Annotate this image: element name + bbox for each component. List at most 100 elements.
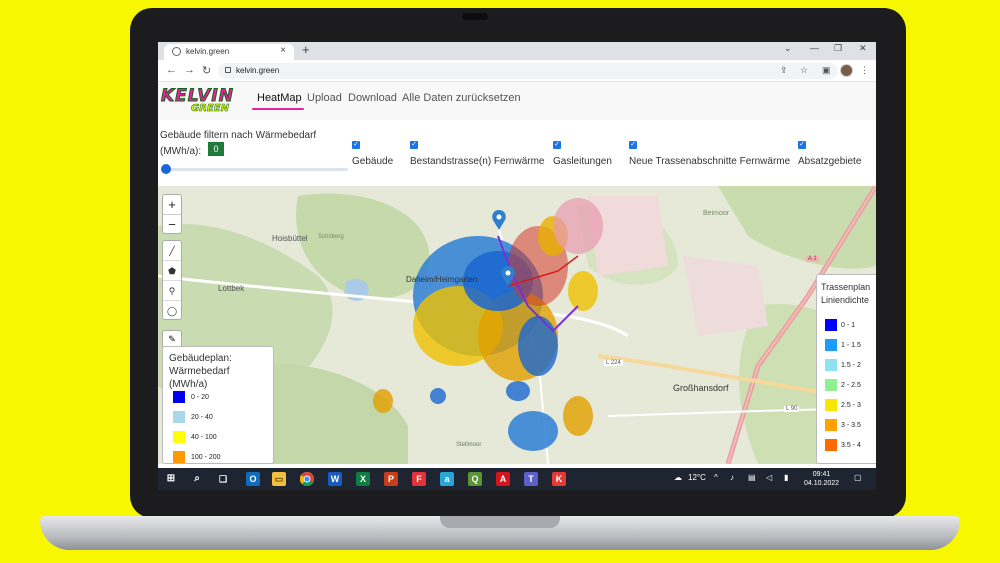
place-label: Schüberg: [318, 234, 344, 240]
map-marker: [492, 210, 506, 230]
camera: [462, 13, 488, 20]
app-icon[interactable]: a: [440, 472, 454, 486]
checkbox-gebaeude[interactable]: ✓: [352, 141, 360, 149]
layer-label-neue-trassen: Neue Trassenabschnitte Fernwärme: [629, 156, 791, 167]
legend-swatch: [173, 391, 185, 403]
star-icon[interactable]: ☆: [800, 65, 808, 76]
address-bar[interactable]: kelvin.green: [218, 63, 838, 79]
legend-label: 0 - 1: [841, 322, 856, 329]
file-explorer-icon[interactable]: ▭: [272, 472, 286, 486]
legend-label: 0 - 20: [191, 394, 209, 401]
qgis-icon[interactable]: Q: [468, 472, 482, 486]
legend-swatch: [825, 359, 837, 371]
layer-label-bestandstrasse: Bestandstrasse(n) Fernwärme: [410, 156, 545, 167]
tab-title: kelvin.green: [186, 47, 230, 56]
network-icon[interactable]: ▤: [748, 473, 756, 482]
road-label: L 90: [784, 406, 800, 412]
app-icon[interactable]: F: [412, 472, 426, 486]
excel-icon[interactable]: X: [356, 472, 370, 486]
slider-thumb[interactable]: [161, 164, 171, 174]
heat-map[interactable]: Hoisbüttel Lottbek Daheim/Heimgarten Gro…: [158, 186, 876, 464]
legend-swatch: [825, 419, 837, 431]
lock-icon: [225, 67, 231, 73]
active-nav-indicator: [252, 108, 304, 110]
minimize-icon[interactable]: —: [810, 43, 819, 53]
teams-icon[interactable]: T: [524, 472, 538, 486]
legend-label: 3 - 3.5: [841, 422, 861, 429]
place-label: Lottbek: [218, 284, 245, 293]
clock[interactable]: 09:41 04.10.2022: [804, 470, 839, 488]
powerpoint-icon[interactable]: P: [384, 472, 398, 486]
nav-download[interactable]: Download: [348, 92, 397, 104]
browser-tab[interactable]: kelvin.green ×: [164, 44, 294, 60]
legend-trassen: Trassenplan Liniendichte 0 - 1 1 - 1.5 1…: [816, 274, 876, 464]
volume-icon[interactable]: ◁: [766, 473, 772, 482]
maximize-icon[interactable]: ❐: [834, 43, 842, 54]
checkbox-gasleitungen[interactable]: ✓: [553, 141, 561, 149]
chevron-up-icon[interactable]: ^: [714, 473, 718, 482]
legend-label: 2.5 - 3: [841, 402, 861, 409]
task-view-icon[interactable]: ❑: [216, 472, 230, 486]
zoom-in-button[interactable]: +: [163, 195, 181, 215]
forward-icon[interactable]: →: [184, 64, 195, 76]
draw-polygon-icon[interactable]: ⬟: [163, 261, 181, 281]
checkbox-bestandstrasse[interactable]: ✓: [410, 141, 418, 149]
nav-heatmap[interactable]: HeatMap: [257, 92, 302, 104]
chrome-logo: [299, 472, 314, 486]
new-tab-button[interactable]: +: [302, 42, 310, 57]
tab-bar: kelvin.green × + ⌄ — ❐ ✕: [158, 42, 876, 60]
menu-icon[interactable]: ⋮: [860, 65, 869, 76]
nav-upload[interactable]: Upload: [307, 92, 342, 104]
screen: kelvin.green × + ⌄ — ❐ ✕ ← → ↻ kelvin.gr…: [158, 42, 876, 490]
windows-start-icon[interactable]: ⊞: [164, 472, 178, 486]
back-icon[interactable]: ←: [166, 64, 177, 76]
checkbox-neue-trassen[interactable]: ✓: [629, 141, 637, 149]
legend-trassen-title: Trassenplan Liniendichte: [821, 282, 871, 305]
place-label: Stellmoor: [456, 442, 482, 448]
legend-label: 100 - 200: [191, 454, 221, 461]
notification-icon[interactable]: ▢: [854, 473, 862, 482]
zoom-out-button[interactable]: −: [163, 215, 181, 235]
place-label: Daheim/Heimgarten: [406, 275, 478, 284]
chrome-icon[interactable]: [299, 472, 314, 486]
microphone-icon[interactable]: ♪: [730, 473, 734, 482]
browser-toolbar: ← → ↻ kelvin.green ⇪ ☆ ▣ ⋮: [158, 60, 876, 82]
legend-buildings: Gebäudeplan: Wärmebedarf (MWh/a) 0 - 20 …: [162, 346, 274, 464]
legend-label: 20 - 40: [191, 414, 213, 421]
nav-reset[interactable]: Alle Daten zurücksetzen: [402, 92, 521, 104]
outlook-icon[interactable]: O: [246, 472, 260, 486]
close-window-icon[interactable]: ✕: [859, 43, 867, 54]
place-label: Hoisbüttel: [272, 234, 308, 243]
reload-icon[interactable]: ↻: [202, 64, 211, 77]
legend-buildings-title: Gebäudeplan: Wärmebedarf (MWh/a): [169, 353, 232, 390]
share-icon[interactable]: ⇪: [780, 65, 788, 76]
heat-demand-slider[interactable]: [164, 168, 348, 171]
draw-circle-icon[interactable]: ◯: [163, 301, 181, 321]
url-text: kelvin.green: [236, 66, 280, 75]
battery-icon[interactable]: ▮: [784, 473, 788, 482]
layer-label-absatzgebiete: Absatzgebiete: [798, 156, 862, 167]
filter-label: Gebäude filtern nach Wärmebedarf (MWh/a)…: [160, 130, 317, 157]
profile-avatar[interactable]: [840, 64, 853, 77]
acrobat-icon[interactable]: A: [496, 472, 510, 486]
place-label: Großhansdorf: [673, 383, 729, 393]
sidebar-icon[interactable]: ▣: [822, 65, 831, 76]
app-icon[interactable]: K: [552, 472, 566, 486]
draw-line-icon[interactable]: ╱: [163, 241, 181, 261]
kelvin-green-logo[interactable]: KELVIN GREEN: [161, 86, 239, 116]
word-icon[interactable]: W: [328, 472, 342, 486]
draw-marker-icon[interactable]: ⚲: [163, 281, 181, 301]
zoom-control: + −: [162, 194, 182, 234]
close-tab-icon[interactable]: ×: [280, 45, 286, 56]
checkbox-absatzgebiete[interactable]: ✓: [798, 141, 806, 149]
windows-taskbar: ⊞ ⌕ ❑ O ▭ W X P F a Q A T K ☁ 12°C ^ ♪ ▤…: [158, 468, 876, 490]
legend-label: 3.5 - 4: [841, 442, 861, 449]
layer-label-gebaeude: Gebäude: [352, 156, 394, 167]
search-icon[interactable]: ⌕: [190, 472, 204, 486]
cloud-icon[interactable]: ☁: [674, 473, 682, 482]
chevron-down-icon[interactable]: ⌄: [784, 43, 792, 54]
legend-swatch: [825, 339, 837, 351]
clock-time: 09:41: [812, 471, 831, 478]
legend-swatch: [173, 451, 185, 463]
legend-swatch: [825, 379, 837, 391]
